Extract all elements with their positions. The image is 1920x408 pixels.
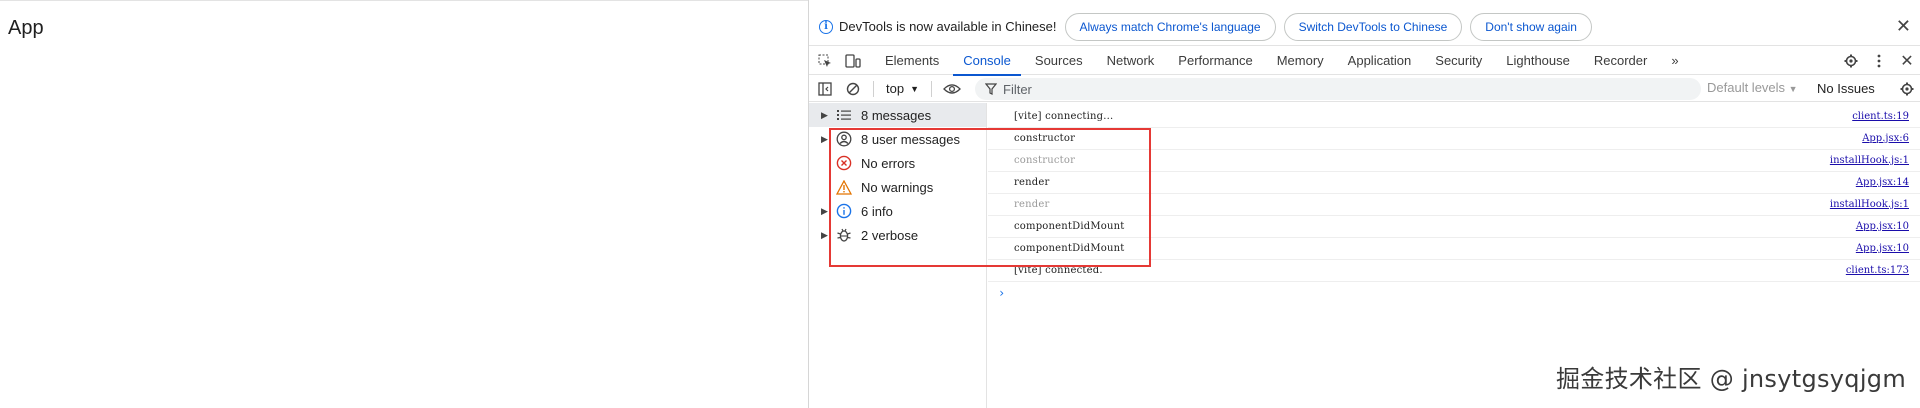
log-source-link[interactable]: App.jsx:10 [1856, 243, 1909, 254]
tab-memory[interactable]: Memory [1265, 47, 1336, 75]
info-icon: i [819, 19, 833, 34]
dropdown-caret-icon: ▼ [1788, 84, 1798, 94]
sidebar-item-label: No errors [861, 155, 916, 171]
tab-performance[interactable]: Performance [1166, 47, 1264, 75]
switch-chinese-button[interactable]: Switch DevTools to Chinese [1283, 12, 1463, 41]
toolbar-divider [931, 80, 932, 97]
sidebar-item-label: 2 verbose [861, 227, 919, 243]
log-row: [vite] connected. client.ts:173 [988, 260, 1920, 282]
levels-label: Default levels [1707, 80, 1786, 95]
device-toolbar-icon[interactable] [839, 47, 867, 75]
log-row: [vite] connecting... client.ts:19 [988, 106, 1920, 128]
log-message: constructor [1014, 155, 1076, 166]
tab-elements[interactable]: Elements [873, 47, 951, 75]
log-message: [vite] connecting... [1014, 111, 1114, 122]
log-row: componentDidMount App.jsx:10 [988, 216, 1920, 238]
log-source-link[interactable]: App.jsx:14 [1856, 177, 1909, 188]
sidebar-item-messages[interactable]: ▶ 8 messages [809, 103, 986, 127]
log-message: render [1014, 199, 1050, 210]
watermark: 掘金技术社区 @ jnsytgsyqjgm [1555, 365, 1906, 393]
sidebar-toggle-icon[interactable] [811, 75, 839, 103]
tab-lighthouse[interactable]: Lighthouse [1494, 47, 1582, 75]
sidebar-item-label: 6 info [861, 203, 893, 219]
list-icon [835, 107, 853, 123]
log-levels-dropdown[interactable]: Default levels ▼ [1707, 80, 1798, 95]
tab-recorder[interactable]: Recorder [1582, 47, 1659, 75]
tab-application[interactable]: Application [1336, 47, 1424, 75]
settings-gear-icon[interactable] [1837, 47, 1865, 75]
context-selector[interactable]: top ▼ [886, 81, 919, 96]
close-icon[interactable]: ✕ [1896, 17, 1911, 35]
log-row: constructor App.jsx:6 [988, 128, 1920, 150]
log-row: render installHook.js:1 [988, 194, 1920, 216]
log-source-link[interactable]: client.ts:19 [1852, 111, 1909, 122]
sidebar-item-verbose[interactable]: ▶ 2 verbose [809, 223, 986, 247]
warning-icon [835, 179, 853, 195]
filter-placeholder: Filter [1003, 81, 1032, 97]
app-title: App [8, 17, 44, 39]
language-infobar: i DevTools is now available in Chinese! … [809, 8, 1920, 46]
dont-show-again-button[interactable]: Don't show again [1470, 12, 1592, 41]
panel-tabbar: Elements Console Sources Network Perform… [809, 47, 1920, 76]
tab-security[interactable]: Security [1423, 47, 1494, 75]
tab-sources[interactable]: Sources [1023, 47, 1095, 75]
user-icon [835, 131, 853, 147]
more-tabs-icon[interactable]: » [1659, 47, 1690, 75]
context-label: top [886, 81, 905, 96]
log-source-link[interactable]: installHook.js:1 [1830, 199, 1909, 210]
close-devtools-icon[interactable]: ✕ [1893, 47, 1920, 75]
log-message: render [1014, 177, 1050, 188]
expand-arrow-icon[interactable]: ▶ [821, 206, 833, 217]
log-source-link[interactable]: installHook.js:1 [1830, 155, 1909, 166]
filter-funnel-icon [985, 83, 997, 95]
sidebar-item-label: 8 messages [861, 107, 932, 123]
log-message: componentDidMount [1014, 221, 1125, 232]
log-message: [vite] connected. [1014, 265, 1103, 276]
expand-arrow-icon[interactable]: ▶ [821, 134, 833, 145]
log-message: componentDidMount [1014, 243, 1125, 254]
bug-icon [835, 227, 853, 243]
sidebar-item-warnings[interactable]: No warnings [809, 175, 986, 199]
sidebar-item-errors[interactable]: No errors [809, 151, 986, 175]
log-source-link[interactable]: App.jsx:10 [1856, 221, 1909, 232]
issues-button[interactable]: No Issues [1817, 81, 1875, 96]
app-pane: App [0, 0, 808, 408]
inspect-element-icon[interactable] [811, 47, 839, 75]
console-sidebar: ▶ 8 messages ▶ 8 user messages No errors [809, 103, 987, 408]
tab-network[interactable]: Network [1095, 47, 1167, 75]
sidebar-item-info[interactable]: ▶ 6 info [809, 199, 986, 223]
sidebar-item-label: 8 user messages [861, 131, 960, 147]
error-icon [835, 155, 853, 171]
log-source-link[interactable]: App.jsx:6 [1862, 133, 1909, 144]
match-language-button[interactable]: Always match Chrome's language [1064, 12, 1276, 41]
log-row: componentDidMount App.jsx:10 [988, 238, 1920, 260]
log-row: constructor installHook.js:1 [988, 150, 1920, 172]
tabbar-actions: ✕ [1837, 47, 1920, 75]
console-prompt-icon[interactable]: › [998, 286, 1005, 300]
filter-input[interactable]: Filter [975, 78, 1701, 100]
tab-console[interactable]: Console [951, 47, 1023, 76]
clear-console-icon[interactable] [839, 75, 867, 103]
console-settings-gear-icon[interactable] [1893, 75, 1920, 103]
toolbar-divider [873, 80, 874, 97]
live-expression-eye-icon[interactable] [938, 75, 966, 103]
more-options-icon[interactable] [1865, 47, 1893, 75]
log-source-link[interactable]: client.ts:173 [1846, 265, 1909, 276]
dropdown-caret-icon: ▼ [910, 83, 919, 94]
sidebar-item-label: No warnings [861, 179, 934, 195]
infobar-message: DevTools is now available in Chinese! [839, 19, 1057, 34]
expand-arrow-icon[interactable]: ▶ [821, 110, 833, 121]
log-message: constructor [1014, 133, 1076, 144]
info-icon [835, 203, 853, 219]
console-toolbar: top ▼ Filter Default levels ▼ No Issues [809, 76, 1920, 102]
devtools-panel: i DevTools is now available in Chinese! … [808, 0, 1920, 408]
log-row: render App.jsx:14 [988, 172, 1920, 194]
expand-arrow-icon[interactable]: ▶ [821, 230, 833, 241]
sidebar-item-user-messages[interactable]: ▶ 8 user messages [809, 127, 986, 151]
